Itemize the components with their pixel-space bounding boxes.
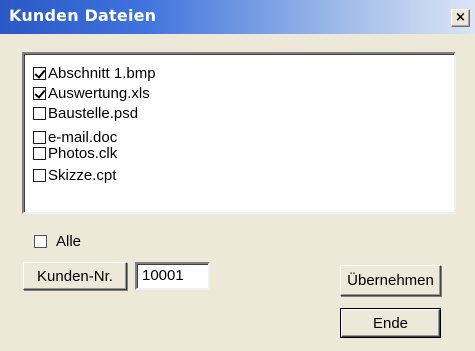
file-checkbox[interactable] [33,168,46,182]
list-item[interactable]: Photos.clk [33,142,117,164]
list-item[interactable]: Abschnitt 1.bmp [33,62,156,84]
list-item[interactable]: Baustelle.psd [33,102,138,124]
close-icon: × [455,10,466,25]
file-checkbox[interactable] [33,146,46,160]
select-all-label: Alle [56,232,82,250]
customer-number-button[interactable]: Kunden-Nr. [23,262,127,290]
file-name: Skizze.cpt [48,166,117,184]
file-name: Photos.clk [48,144,118,162]
file-checkbox[interactable] [33,106,46,120]
list-item[interactable]: Auswertung.xls [33,82,150,104]
file-checkbox[interactable] [33,86,46,100]
file-checkbox[interactable] [33,66,46,80]
file-name: Abschnitt 1.bmp [48,64,156,82]
window-title: Kunden Dateien [9,6,157,25]
select-all-checkbox[interactable] [34,234,47,248]
customer-number-input[interactable]: 10001 [135,262,210,290]
file-name: Baustelle.psd [48,104,139,122]
close-button[interactable]: × [451,9,470,27]
select-all-option[interactable]: Alle [34,231,81,251]
apply-button[interactable]: Übernehmen [340,265,441,296]
file-name: Auswertung.xls [48,84,150,102]
dialog-window: Kunden Dateien × Abschnitt 1.bmp Auswert… [0,0,475,351]
end-button[interactable]: Ende [340,308,441,338]
list-item[interactable]: Skizze.cpt [33,164,116,186]
title-bar[interactable]: Kunden Dateien × [0,0,475,34]
file-list[interactable]: Abschnitt 1.bmp Auswertung.xls Baustelle… [22,52,456,214]
